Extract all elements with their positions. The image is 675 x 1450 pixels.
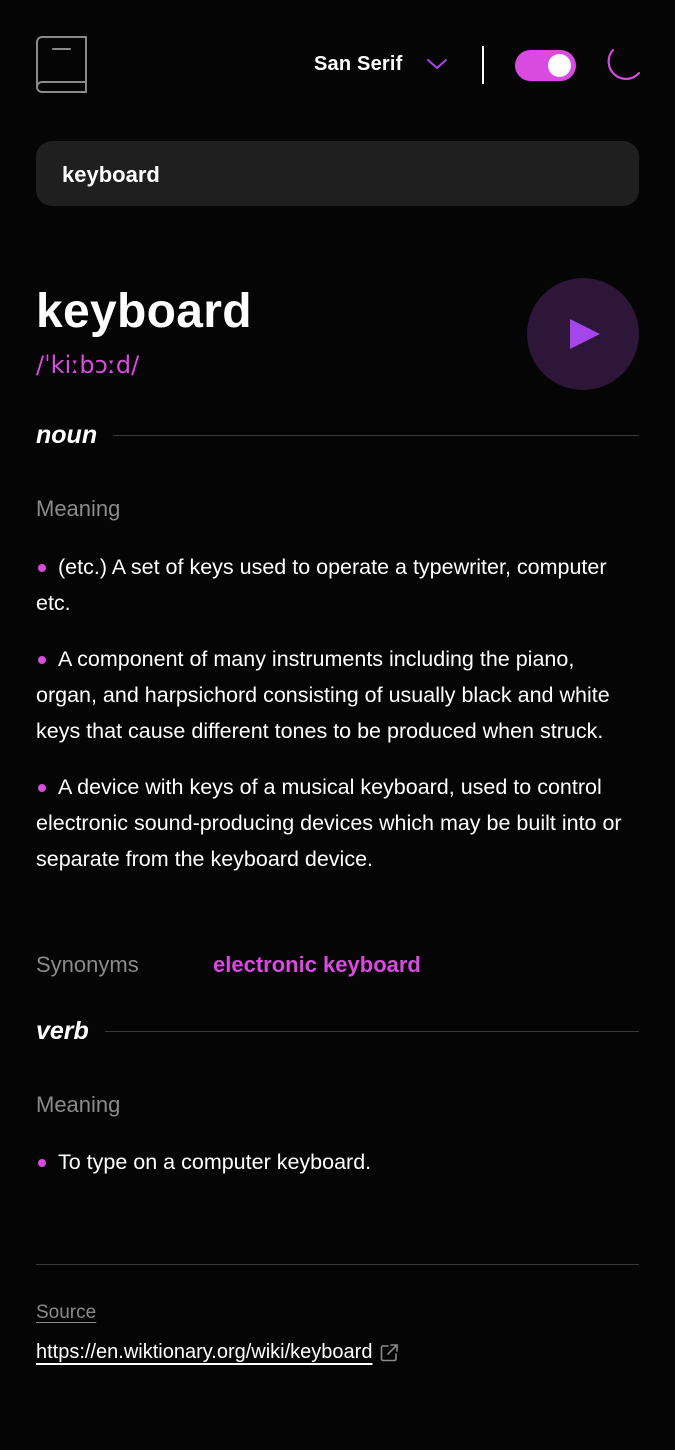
definition-item: (etc.) A set of keys used to operate a t…: [36, 549, 639, 621]
section-divider: [113, 434, 639, 436]
play-icon: [570, 319, 600, 349]
toggle-knob: [548, 54, 571, 77]
moon-icon: [607, 49, 640, 80]
definition-list: (etc.) A set of keys used to operate a t…: [36, 549, 639, 897]
part-of-speech-noun: noun: [36, 420, 639, 450]
part-of-speech-label: verb: [36, 1016, 89, 1045]
header: San Serif: [36, 36, 640, 94]
book-icon[interactable]: [36, 36, 88, 94]
source-label: Source: [36, 1302, 97, 1323]
footer-divider: [36, 1264, 639, 1265]
header-divider: [482, 46, 484, 84]
theme-toggle[interactable]: [515, 50, 576, 81]
section-divider: [104, 1030, 639, 1032]
meaning-label: Meaning: [36, 1092, 121, 1117]
phonetic-text: /ˈkiːbɔːd/: [36, 351, 140, 379]
part-of-speech-verb: verb: [36, 1016, 639, 1046]
synonyms-label: Synonyms: [36, 952, 139, 977]
word-title: keyboard: [36, 285, 252, 338]
search-input[interactable]: [60, 141, 604, 208]
dictionary-page: San Serif keyboard /ˈkiːbɔːd/ noun Meani…: [36, 0, 640, 1450]
font-select-value: San Serif: [314, 52, 403, 75]
source-link[interactable]: https://en.wiktionary.org/wiki/keyboard: [36, 1341, 399, 1364]
synonym-link[interactable]: electronic keyboard: [213, 952, 421, 978]
definition-item: A device with keys of a musical keyboard…: [36, 769, 639, 877]
definition-item: A component of many instruments includin…: [36, 641, 639, 749]
external-link-icon[interactable]: [379, 1343, 399, 1363]
source-url[interactable]: https://en.wiktionary.org/wiki/keyboard: [36, 1341, 372, 1364]
definition-list: To type on a computer keyboard.: [36, 1144, 639, 1200]
font-select[interactable]: San Serif: [314, 50, 449, 78]
meaning-label: Meaning: [36, 496, 121, 521]
part-of-speech-label: noun: [36, 420, 98, 449]
chevron-down-icon: [426, 59, 447, 69]
synonyms-row: Synonyms electronic keyboard: [36, 952, 639, 982]
definition-item: To type on a computer keyboard.: [36, 1144, 639, 1180]
search-bar: [36, 141, 639, 208]
play-button[interactable]: [527, 278, 639, 390]
